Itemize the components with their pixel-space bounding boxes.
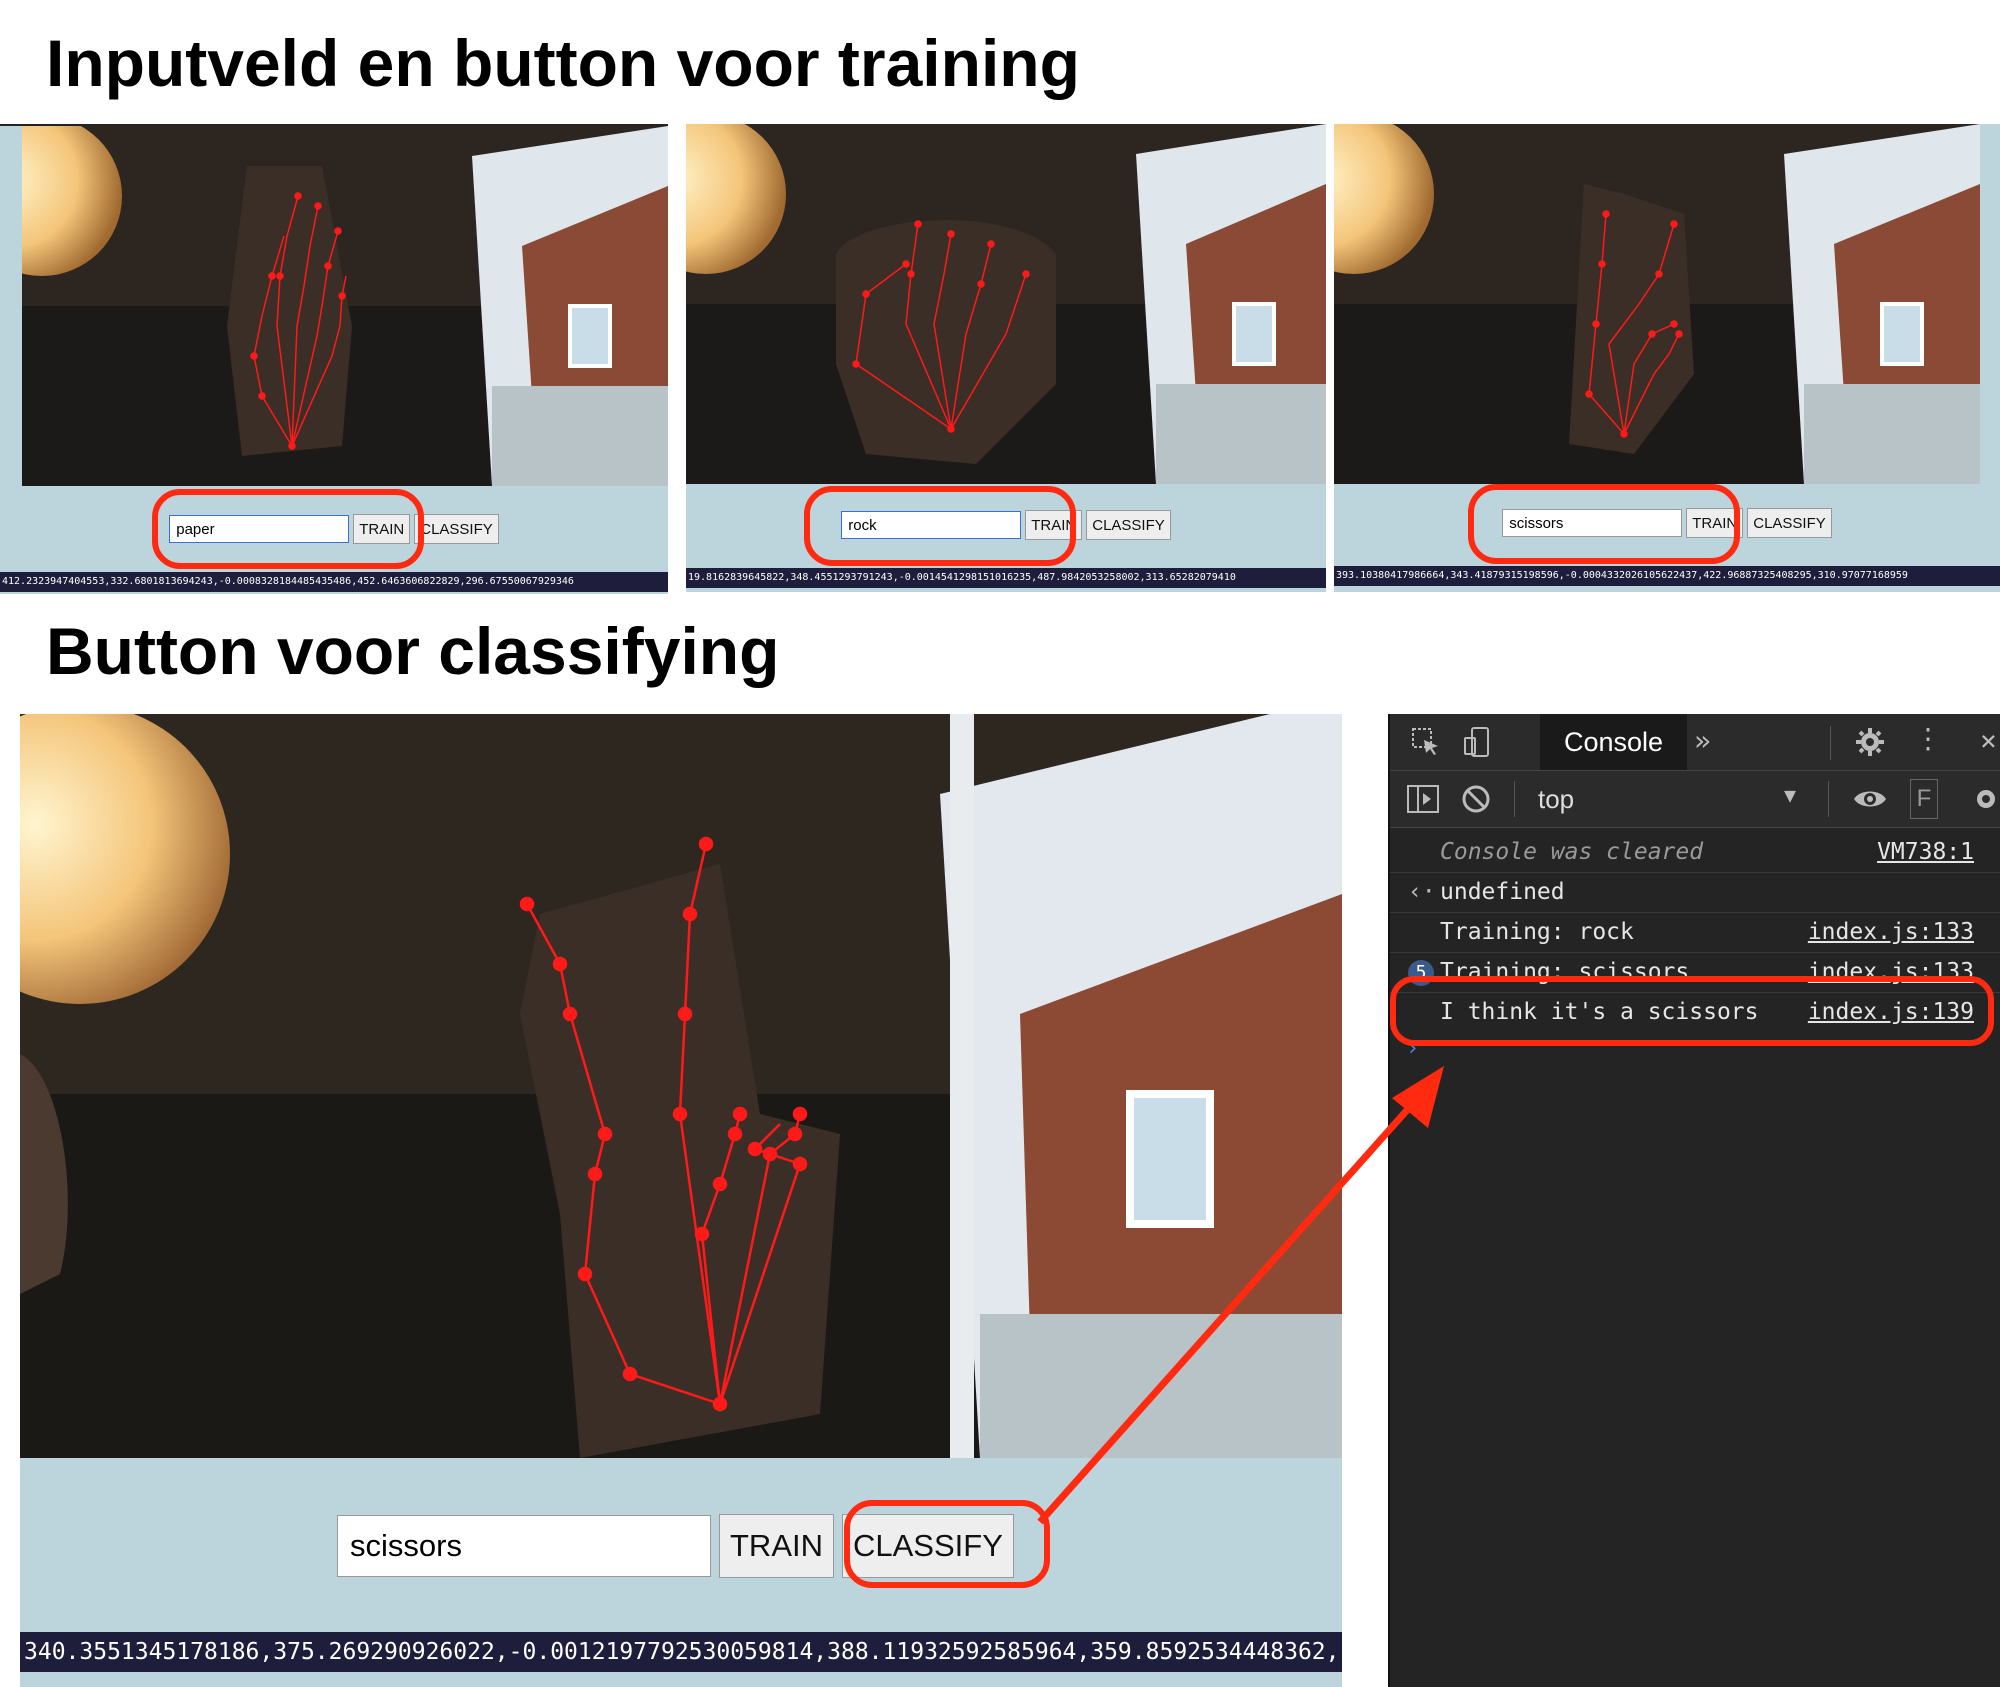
filter-input[interactable]: F: [1910, 779, 1938, 819]
landmark-data-output: 19.8162839645822,348.4551293791243,-0.00…: [686, 568, 1326, 588]
console-line: Console was cleared VM738:1: [1390, 832, 2000, 872]
return-value-icon: ‹·: [1408, 879, 1436, 905]
webcam-scene: [686, 124, 1326, 484]
device-toolbar-icon[interactable]: [1462, 726, 1494, 765]
console-message: Training: rock: [1440, 919, 1634, 945]
label-input[interactable]: [337, 1515, 711, 1577]
heading-classifying: Button voor classifying: [46, 614, 780, 688]
highlight-classify-button: [844, 1500, 1050, 1588]
highlight-scissors-controls: [1468, 484, 1740, 564]
console-source-link[interactable]: index.js:133: [1808, 912, 1974, 952]
gear-icon[interactable]: [1970, 783, 2000, 819]
highlight-paper-controls: [152, 489, 424, 569]
console-source-link[interactable]: VM738:1: [1877, 832, 1974, 872]
sidebar-toggle-icon[interactable]: [1406, 783, 1440, 819]
console-filter-bar: top ▼ F: [1390, 771, 2000, 828]
close-icon[interactable]: ×: [1980, 724, 1997, 757]
clear-console-icon[interactable]: [1460, 783, 1492, 819]
webcam-scene: [22, 126, 668, 486]
tab-console[interactable]: Console: [1540, 714, 1688, 770]
landmark-data-output: 412.2323947404553,332.6801813694243,-0.0…: [0, 572, 668, 592]
eye-icon[interactable]: [1852, 783, 1888, 819]
classify-panel: TRAIN CLASSIFY 340.3551345178186,375.269…: [20, 714, 1342, 1687]
kebab-menu-icon[interactable]: ⋮: [1914, 722, 1942, 755]
filter-divider: [1514, 781, 1515, 817]
gear-icon[interactable]: [1854, 726, 1886, 765]
console-line: Training: rock index.js:133: [1390, 912, 2000, 952]
train-button[interactable]: TRAIN: [719, 1514, 834, 1578]
more-tabs-icon[interactable]: »: [1694, 724, 1711, 757]
classify-button[interactable]: CLASSIFY: [1086, 510, 1171, 540]
highlight-console-result: [1390, 976, 1994, 1046]
filter-divider: [1828, 781, 1829, 817]
dropdown-caret-icon[interactable]: ▼: [1784, 783, 1796, 807]
landmark-data-output: 340.3551345178186,375.269290926022,-0.00…: [20, 1632, 1342, 1672]
webcam-view: [22, 126, 668, 486]
webcam-scene: [1334, 124, 1980, 484]
webcam-view: [1334, 124, 1980, 484]
classify-button[interactable]: CLASSIFY: [1747, 508, 1832, 538]
devtools-panel: Console » ⋮ × top ▼ F Console was cleare…: [1388, 714, 2000, 1687]
webcam-view: [686, 124, 1326, 484]
console-line: ‹· undefined: [1390, 872, 2000, 912]
landmark-data-output: 393.10380417986664,343.41879315198596,-0…: [1334, 566, 2000, 586]
classify-button[interactable]: CLASSIFY: [414, 514, 499, 544]
highlight-rock-controls: [804, 486, 1076, 566]
toolbar-divider: [1830, 726, 1831, 760]
heading-training: Inputveld en button voor training: [46, 26, 1080, 100]
webcam-view: [20, 714, 1342, 1458]
inspect-icon[interactable]: [1410, 726, 1442, 765]
context-selector[interactable]: top: [1538, 771, 1574, 827]
console-message: undefined: [1440, 879, 1565, 905]
webcam-scene: [20, 714, 1342, 1458]
devtools-toolbar: Console » ⋮ ×: [1390, 714, 2000, 771]
console-message: Console was cleared: [1440, 839, 1704, 865]
